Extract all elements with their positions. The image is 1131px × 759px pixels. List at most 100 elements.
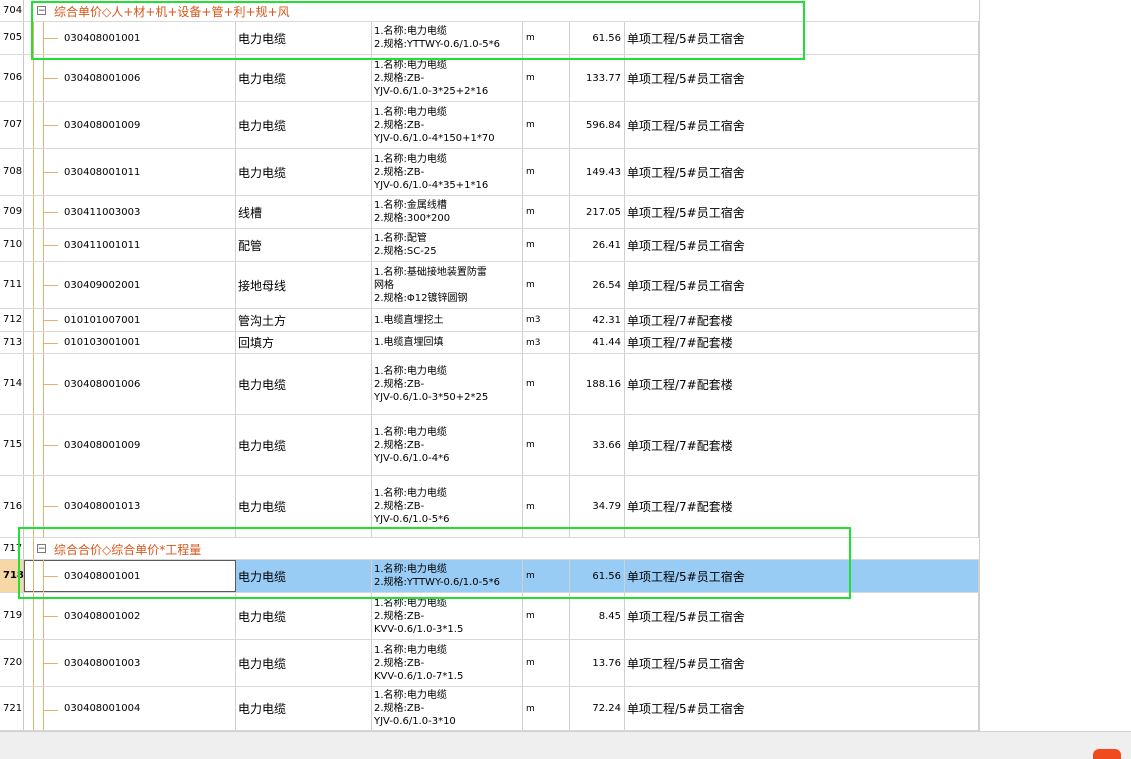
code-cell[interactable]: 030408001009 [24,102,236,148]
unit-cell[interactable]: m [523,415,570,475]
unit-cell[interactable]: m [523,196,570,228]
row-number: 719 [0,593,24,639]
location-cell[interactable]: 单项工程/5#员工宿舍 [625,102,979,148]
table-row[interactable]: 707 030408001009 电力电缆 1.名称:电力电缆 2.规格:ZB-… [0,102,979,149]
code-cell[interactable]: 030411001011 [24,229,236,261]
annotation-box-top [31,1,805,60]
features-cell[interactable]: 1.名称:基础接地装置防雷 网格 2.规格:Φ12镀锌圆钢 [372,262,523,308]
unit-cell[interactable]: m [523,354,570,414]
location-cell[interactable]: 单项工程/5#员工宿舍 [625,640,979,686]
location-cell[interactable]: 单项工程/5#员工宿舍 [625,149,979,195]
name-cell[interactable]: 电力电缆 [236,593,372,639]
table-row[interactable]: 706 030408001006 电力电缆 1.名称:电力电缆 2.规格:ZB-… [0,55,979,102]
location-cell[interactable]: 单项工程/7#配套楼 [625,415,979,475]
row-number: 709 [0,196,24,228]
quantity-cell[interactable]: 72.24 [570,687,625,730]
unit-cell[interactable]: m [523,593,570,639]
quantity-cell[interactable]: 188.16 [570,354,625,414]
unit-cell[interactable]: m [523,102,570,148]
table-row[interactable]: 709 030411003003 线槽 1.名称:金属线槽 2.规格:300*2… [0,196,979,229]
name-cell[interactable]: 配管 [236,229,372,261]
table-row[interactable]: 719 030408001002 电力电缆 1.名称:电力电缆 2.规格:ZB-… [0,593,979,640]
code-cell[interactable]: 030408001011 [24,149,236,195]
code-cell[interactable]: 010103001001 [24,332,236,353]
features-cell[interactable]: 1.名称:电力电缆 2.规格:ZB- KVV-0.6/1.0-7*1.5 [372,640,523,686]
table-row[interactable]: 714 030408001006 电力电缆 1.名称:电力电缆 2.规格:ZB-… [0,354,979,415]
row-number: 707 [0,102,24,148]
name-cell[interactable]: 电力电缆 [236,640,372,686]
code-cell[interactable]: 030408001006 [24,55,236,101]
code-cell[interactable]: 030408001004 [24,687,236,730]
code-cell[interactable]: 030411003003 [24,196,236,228]
features-cell[interactable]: 1.名称:电力电缆 2.规格:ZB- YJV-0.6/1.0-3*10 [372,687,523,730]
table-row[interactable]: 710 030411001011 配管 1.名称:配管 2.规格:SC-25 m… [0,229,979,262]
location-cell[interactable]: 单项工程/5#员工宿舍 [625,196,979,228]
location-cell[interactable]: 单项工程/7#配套楼 [625,309,979,331]
unit-cell[interactable]: m [523,149,570,195]
location-cell[interactable]: 单项工程/5#员工宿舍 [625,229,979,261]
name-cell[interactable]: 电力电缆 [236,354,372,414]
code-cell[interactable]: 030408001002 [24,593,236,639]
code-cell[interactable]: 030409002001 [24,262,236,308]
table-row[interactable]: 720 030408001003 电力电缆 1.名称:电力电缆 2.规格:ZB-… [0,640,979,687]
row-number: 721 [0,687,24,730]
name-cell[interactable]: 接地母线 [236,262,372,308]
features-cell[interactable]: 1.名称:电力电缆 2.规格:ZB- YJV-0.6/1.0-4*35+1*16 [372,149,523,195]
table-row[interactable]: 712 010101007001 管沟土方 1.电缆直埋挖土 m3 42.31 … [0,309,979,332]
features-cell[interactable]: 1.名称:电力电缆 2.规格:ZB- YJV-0.6/1.0-3*50+2*25 [372,354,523,414]
table-row[interactable]: 715 030408001009 电力电缆 1.名称:电力电缆 2.规格:ZB-… [0,415,979,476]
name-cell[interactable]: 电力电缆 [236,687,372,730]
unit-cell[interactable]: m [523,229,570,261]
quantity-cell[interactable]: 26.41 [570,229,625,261]
quantity-cell[interactable]: 217.05 [570,196,625,228]
unit-cell[interactable]: m [523,687,570,730]
features-cell[interactable]: 1.名称:金属线槽 2.规格:300*200 [372,196,523,228]
features-cell[interactable]: 1.名称:电力电缆 2.规格:ZB- YJV-0.6/1.0-4*150+1*7… [372,102,523,148]
name-cell[interactable]: 电力电缆 [236,415,372,475]
quantity-cell[interactable]: 133.77 [570,55,625,101]
features-cell[interactable]: 1.名称:配管 2.规格:SC-25 [372,229,523,261]
annotation-box-bottom [18,527,851,599]
table-row[interactable]: 708 030408001011 电力电缆 1.名称:电力电缆 2.规格:ZB-… [0,149,979,196]
table-row[interactable]: 711 030409002001 接地母线 1.名称:基础接地装置防雷 网格 2… [0,262,979,309]
features-cell[interactable]: 1.名称:电力电缆 2.规格:ZB- YJV-0.6/1.0-4*6 [372,415,523,475]
unit-cell[interactable]: m [523,262,570,308]
name-cell[interactable]: 电力电缆 [236,55,372,101]
table-row[interactable]: 721 030408001004 电力电缆 1.名称:电力电缆 2.规格:ZB-… [0,687,979,731]
table-row[interactable]: 713 010103001001 回填方 1.电缆直埋回填 m3 41.44 单… [0,332,979,354]
quantity-cell[interactable]: 596.84 [570,102,625,148]
unit-cell[interactable]: m3 [523,332,570,353]
unit-cell[interactable]: m3 [523,309,570,331]
location-cell[interactable]: 单项工程/7#配套楼 [625,332,979,353]
app-corner-icon[interactable] [1093,749,1121,759]
location-cell[interactable]: 单项工程/5#员工宿舍 [625,687,979,730]
location-cell[interactable]: 单项工程/5#员工宿舍 [625,262,979,308]
location-cell[interactable]: 单项工程/5#员工宿舍 [625,55,979,101]
location-cell[interactable]: 单项工程/7#配套楼 [625,354,979,414]
quantity-cell[interactable]: 42.31 [570,309,625,331]
quantity-cell[interactable]: 41.44 [570,332,625,353]
features-cell[interactable]: 1.电缆直埋挖土 [372,309,523,331]
features-cell[interactable]: 1.电缆直埋回填 [372,332,523,353]
code-cell[interactable]: 010101007001 [24,309,236,331]
name-cell[interactable]: 线槽 [236,196,372,228]
code-cell[interactable]: 030408001003 [24,640,236,686]
features-cell[interactable]: 1.名称:电力电缆 2.规格:ZB- YJV-0.6/1.0-3*25+2*16 [372,55,523,101]
unit-cell[interactable]: m [523,55,570,101]
unit-cell[interactable]: m [523,640,570,686]
name-cell[interactable]: 回填方 [236,332,372,353]
quantity-cell[interactable]: 149.43 [570,149,625,195]
row-number: 712 [0,309,24,331]
quantity-cell[interactable]: 26.54 [570,262,625,308]
quantity-cell[interactable]: 13.76 [570,640,625,686]
code-cell[interactable]: 030408001006 [24,354,236,414]
features-cell[interactable]: 1.名称:电力电缆 2.规格:ZB- KVV-0.6/1.0-3*1.5 [372,593,523,639]
name-cell[interactable]: 电力电缆 [236,102,372,148]
location-cell[interactable]: 单项工程/5#员工宿舍 [625,593,979,639]
quantity-cell[interactable]: 33.66 [570,415,625,475]
name-cell[interactable]: 管沟土方 [236,309,372,331]
quantity-cell[interactable]: 8.45 [570,593,625,639]
name-cell[interactable]: 电力电缆 [236,149,372,195]
code-cell[interactable]: 030408001009 [24,415,236,475]
row-number: 720 [0,640,24,686]
